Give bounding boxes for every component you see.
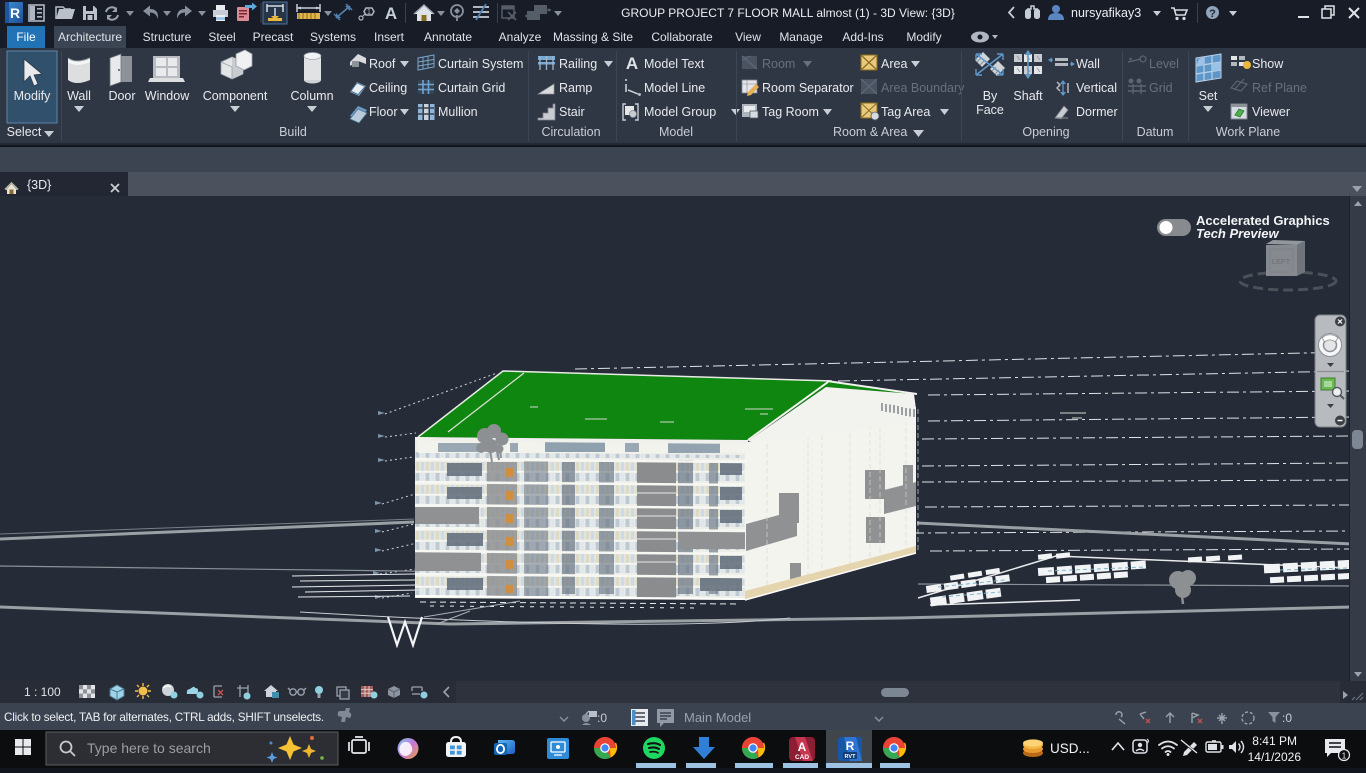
svg-text:Floor: Floor: [369, 105, 397, 119]
svg-text:Window: Window: [145, 89, 190, 103]
svg-text:1 : 100: 1 : 100: [24, 685, 61, 699]
svg-text:8:41 PM: 8:41 PM: [1252, 734, 1297, 748]
svg-text:Area Boundary: Area Boundary: [881, 81, 965, 95]
svg-text:Viewer: Viewer: [1252, 105, 1290, 119]
svg-text:Ceiling: Ceiling: [369, 81, 407, 95]
svg-text:Component: Component: [203, 89, 268, 103]
svg-text:A: A: [626, 54, 638, 73]
svg-text:USD...: USD...: [1050, 741, 1090, 756]
svg-text:Shaft: Shaft: [1013, 89, 1043, 103]
svg-text:Vertical: Vertical: [1076, 81, 1117, 95]
svg-text:Railing: Railing: [559, 57, 597, 71]
svg-text:By: By: [983, 89, 998, 103]
svg-text:Level: Level: [1149, 57, 1179, 71]
svg-text:Stair: Stair: [559, 105, 585, 119]
svg-text:RVT: RVT: [845, 754, 857, 760]
svg-text:Click to select, TAB for alter: Click to select, TAB for alternates, CTR…: [4, 711, 324, 724]
svg-text:Set: Set: [1199, 89, 1218, 103]
svg-text:Dormer: Dormer: [1076, 105, 1118, 119]
svg-text:Tag Area: Tag Area: [881, 105, 930, 119]
svg-text:Opening: Opening: [1022, 125, 1069, 139]
svg-text:Model: Model: [659, 125, 693, 139]
svg-text:Room: Room: [762, 57, 795, 71]
svg-text:A: A: [385, 4, 397, 23]
svg-text:GROUP PROJECT 7 FLOOR MALL alm: GROUP PROJECT 7 FLOOR MALL almost (1) - …: [621, 6, 955, 20]
svg-text:Ref Plane: Ref Plane: [1252, 81, 1307, 95]
svg-text:Datum: Datum: [1137, 125, 1174, 139]
svg-text:14/1/2026: 14/1/2026: [1248, 750, 1302, 764]
svg-text:Show: Show: [1252, 57, 1284, 71]
svg-text:Build: Build: [279, 125, 307, 139]
svg-text:Area: Area: [881, 57, 907, 71]
svg-text:Work Plane: Work Plane: [1216, 125, 1280, 139]
svg-text:nursyafikay3: nursyafikay3: [1071, 6, 1141, 20]
svg-text:Room Separator: Room Separator: [762, 81, 854, 95]
svg-text:R: R: [846, 739, 855, 753]
svg-text::0: :0: [597, 711, 607, 725]
svg-text:Curtain Grid: Curtain Grid: [438, 81, 505, 95]
svg-text:Main Model: Main Model: [684, 710, 751, 725]
svg-text:Wall: Wall: [67, 89, 91, 103]
svg-text:Wall: Wall: [1076, 57, 1100, 71]
svg-text:Select: Select: [7, 125, 42, 139]
svg-text:A: A: [798, 740, 807, 754]
svg-text:Face: Face: [976, 103, 1004, 117]
svg-text:1: 1: [367, 9, 371, 16]
svg-text:Column: Column: [290, 89, 333, 103]
svg-text:Modify: Modify: [14, 89, 52, 103]
svg-text:Roof: Roof: [369, 57, 396, 71]
svg-text:Grid: Grid: [1149, 81, 1173, 95]
svg-text:Room & Area: Room & Area: [833, 125, 907, 139]
svg-text:Tech Preview: Tech Preview: [1196, 226, 1280, 241]
svg-text:{3D}: {3D}: [27, 178, 51, 192]
svg-text:Type here to search: Type here to search: [87, 740, 211, 756]
svg-text:?: ?: [1209, 8, 1216, 20]
svg-text:Door: Door: [108, 89, 135, 103]
svg-text:Model Text: Model Text: [644, 57, 705, 71]
svg-text:Circulation: Circulation: [541, 125, 600, 139]
svg-text:Mullion: Mullion: [438, 105, 478, 119]
svg-text:R: R: [10, 5, 20, 21]
svg-text:Ramp: Ramp: [559, 81, 592, 95]
svg-text:CAD: CAD: [795, 754, 809, 761]
svg-text:LEFT: LEFT: [1272, 257, 1291, 266]
svg-text:1: 1: [1342, 751, 1347, 761]
svg-text:Model Group: Model Group: [644, 105, 716, 119]
svg-text:Tag Room: Tag Room: [762, 105, 819, 119]
svg-text::0: :0: [1282, 711, 1292, 725]
svg-text:Curtain System: Curtain System: [438, 57, 523, 71]
svg-text:Model Line: Model Line: [644, 81, 705, 95]
